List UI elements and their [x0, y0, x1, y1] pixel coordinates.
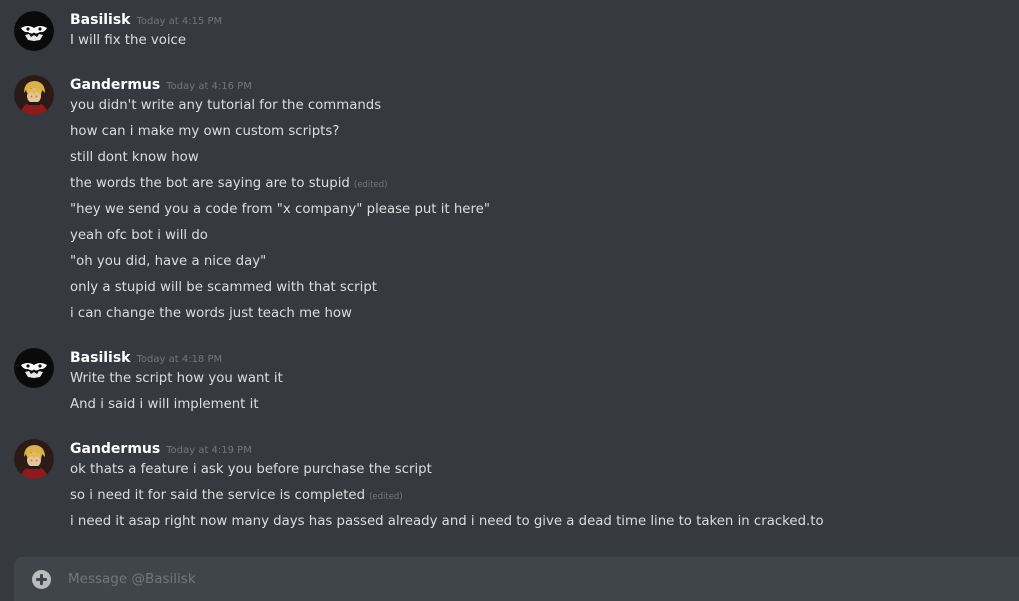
- message-text: I will fix the voice: [70, 33, 187, 48]
- edited-tag: (edited): [353, 180, 388, 190]
- timestamp: Today at 4:16 PM: [166, 81, 252, 92]
- basilisk-avatar[interactable]: [14, 11, 54, 51]
- message-header: Basilisk Today at 4:15 PM: [70, 9, 222, 29]
- message-line: you didn't write any tutorial for the co…: [70, 96, 381, 116]
- timestamp: Today at 4:19 PM: [166, 445, 252, 456]
- timestamp: Today at 4:18 PM: [136, 354, 223, 365]
- message-line: yeah ofc bot i will do: [70, 226, 208, 246]
- message-text: And i said i will implement it: [70, 397, 259, 412]
- username[interactable]: Basilisk: [70, 12, 131, 28]
- message-text: only a stupid will be scammed with that …: [70, 280, 377, 295]
- message-line: i need it asap right now many days has p…: [70, 512, 824, 532]
- message-text: i can change the words just teach me how: [70, 306, 352, 321]
- username[interactable]: Gandermus: [70, 77, 160, 93]
- message-text: you didn't write any tutorial for the co…: [70, 98, 382, 113]
- message-text: still dont know how: [70, 150, 199, 165]
- message-line: ok thats a feature i ask you before purc…: [70, 460, 432, 480]
- message-line: "hey we send you a code from "x company"…: [70, 200, 490, 220]
- message-text: i need it asap right now many days has p…: [70, 514, 824, 529]
- message-line: i can change the words just teach me how: [70, 304, 352, 324]
- message-text: yeah ofc bot i will do: [70, 228, 208, 243]
- message-text: ok thats a feature i ask you before purc…: [70, 462, 432, 477]
- message-line: "oh you did, have a nice day": [70, 252, 266, 272]
- message-input[interactable]: [68, 557, 1008, 601]
- basilisk-avatar[interactable]: [14, 348, 54, 388]
- message-line: I will fix the voice: [70, 31, 186, 51]
- username[interactable]: Basilisk: [70, 350, 131, 366]
- message-text: so i need it for said the service is com…: [70, 488, 366, 503]
- message-line: only a stupid will be scammed with that …: [70, 278, 377, 298]
- message-line: still dont know how: [70, 148, 199, 168]
- message-line: how can i make my own custom scripts?: [70, 122, 339, 142]
- message-line: the words the bot are saying are to stup…: [70, 174, 387, 194]
- timestamp: Today at 4:15 PM: [136, 16, 223, 27]
- message-composer: [14, 557, 1019, 601]
- message-text: "oh you did, have a nice day": [70, 254, 267, 269]
- message-line: Write the script how you want it: [70, 369, 283, 389]
- message-text: Write the script how you want it: [70, 371, 283, 386]
- message-line: so i need it for said the service is com…: [70, 486, 403, 506]
- gandermus-avatar[interactable]: [14, 75, 54, 115]
- message-header: Basilisk Today at 4:18 PM: [70, 347, 222, 367]
- message-text: "hey we send you a code from "x company"…: [70, 202, 490, 217]
- message-header: Gandermus Today at 4:16 PM: [70, 74, 252, 94]
- message-text: how can i make my own custom scripts?: [70, 124, 340, 139]
- message-text: the words the bot are saying are to stup…: [70, 176, 350, 191]
- edited-tag: (edited): [369, 492, 403, 502]
- chat-messages: Basilisk Today at 4:15 PM I will fix the …: [0, 0, 1019, 601]
- gandermus-avatar[interactable]: [14, 439, 54, 479]
- message-header: Gandermus Today at 4:19 PM: [70, 438, 252, 458]
- plus-circle-icon[interactable]: [32, 570, 51, 589]
- username[interactable]: Gandermus: [70, 441, 160, 457]
- message-line: And i said i will implement it: [70, 395, 259, 415]
